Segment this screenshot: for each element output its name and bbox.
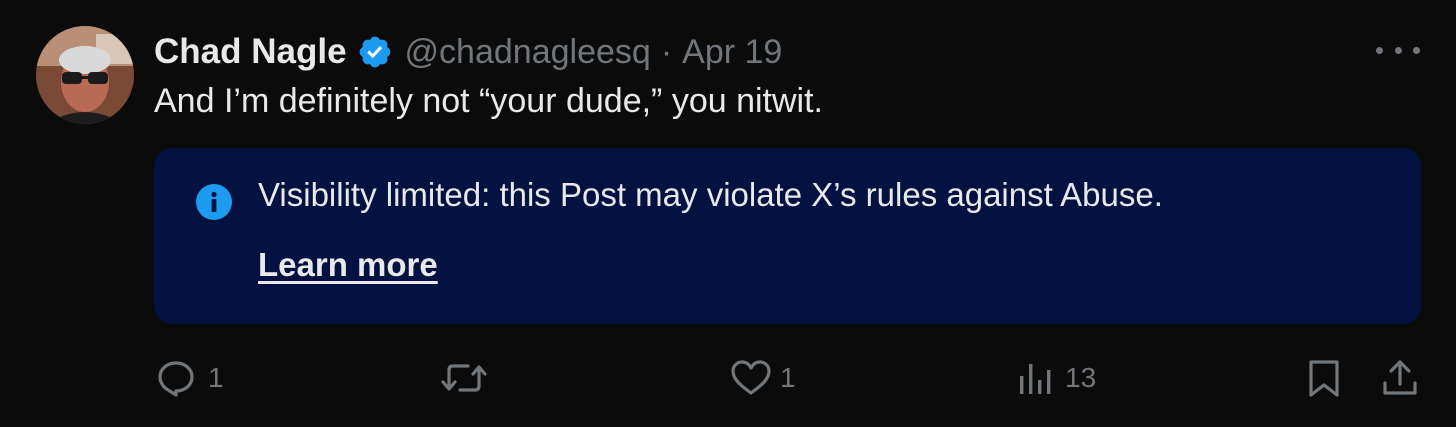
- bookmark-icon: [1309, 360, 1339, 397]
- notice-text: Visibility limited: this Post may violat…: [258, 176, 1163, 213]
- views-button[interactable]: 13: [1017, 358, 1096, 398]
- reply-button[interactable]: 1: [156, 358, 224, 398]
- author-name[interactable]: Chad Nagle: [154, 32, 347, 72]
- bookmark-button[interactable]: [1306, 358, 1342, 398]
- more-icon[interactable]: [1376, 36, 1420, 64]
- reply-count: 1: [208, 362, 224, 393]
- separator-dot: ·: [660, 32, 673, 71]
- more-dot: [1413, 46, 1420, 54]
- views-count: 13: [1065, 362, 1097, 393]
- post[interactable]: Chad Nagle @chadnagleesq · Apr 19 And I’…: [0, 0, 1456, 427]
- author-handle[interactable]: @chadnagleesq: [405, 33, 651, 72]
- info-icon: [196, 184, 232, 220]
- reply-icon: [158, 361, 194, 397]
- learn-more-link[interactable]: Learn more: [258, 246, 438, 284]
- post-text: And I’m definitely not “your dude,” you …: [154, 82, 823, 120]
- more-dot: [1394, 46, 1402, 54]
- visibility-notice: Visibility limited: this Post may violat…: [154, 148, 1421, 324]
- verified-badge-icon[interactable]: [357, 34, 393, 70]
- post-date[interactable]: Apr 19: [682, 33, 782, 72]
- repost-button[interactable]: [440, 358, 496, 398]
- avatar[interactable]: [36, 26, 134, 124]
- avatar-image: [36, 26, 134, 124]
- repost-icon: [441, 364, 487, 392]
- share-icon: [1383, 360, 1417, 395]
- heart-icon: [731, 360, 771, 395]
- more-dot: [1376, 46, 1383, 54]
- like-button[interactable]: 1: [730, 358, 796, 398]
- share-button[interactable]: [1380, 358, 1420, 398]
- like-count: 1: [780, 362, 796, 393]
- views-icon: [1020, 364, 1051, 394]
- post-header: Chad Nagle @chadnagleesq · Apr 19: [154, 30, 782, 74]
